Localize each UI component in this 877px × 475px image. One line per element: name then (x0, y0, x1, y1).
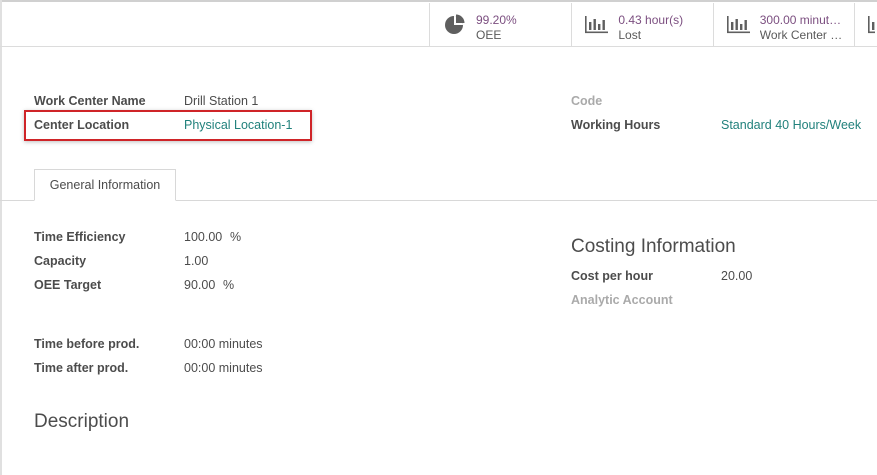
workcenter-load-stat-label: Work Center … (759, 28, 843, 42)
annotation-highlight-box (24, 110, 312, 141)
workcenter-load-stat-value: 300.00 minut… (759, 13, 842, 27)
tab-general-information[interactable]: General Information (34, 169, 176, 201)
working-hours-link[interactable]: Standard 40 Hours/Week (721, 118, 861, 132)
lost-stat-button[interactable]: 0.43 hour(s) Lost (572, 3, 714, 46)
code-label: Code (571, 94, 603, 108)
time-before-prod-value[interactable]: 00:00 minutes (184, 337, 263, 351)
form-sheet: 99.20% OEE 0.43 hour(s) Lost 300.00 minu… (0, 0, 877, 475)
oee-stat-value: 99.20% (476, 13, 517, 27)
smart-button-box: 99.20% OEE 0.43 hour(s) Lost 300.00 minu… (429, 3, 877, 46)
lost-stat-value: 0.43 hour(s) (618, 13, 684, 27)
time-efficiency-value[interactable]: 100.00 (184, 230, 222, 244)
oee-target-unit: % (223, 278, 235, 292)
time-efficiency-label: Time Efficiency (34, 230, 126, 244)
workcenter-load-stat-button[interactable]: 300.00 minut… Work Center … (714, 3, 856, 46)
oee-stat-button[interactable]: 99.20% OEE (430, 3, 573, 46)
more-stat-button[interactable] (855, 3, 877, 46)
time-after-prod-value[interactable]: 00:00 minutes (184, 361, 263, 375)
bar-chart-icon (868, 16, 876, 34)
description-title: Description (34, 411, 130, 432)
time-efficiency-unit: % (230, 230, 242, 244)
cost-per-hour-value[interactable]: 20.00 (721, 269, 752, 283)
bar-chart-icon (726, 16, 750, 34)
capacity-label: Capacity (34, 254, 87, 268)
lost-stat-label: Lost (618, 28, 642, 42)
work-center-name-label: Work Center Name (34, 94, 146, 108)
analytic-account-label: Analytic Account (571, 293, 673, 307)
top-divider (0, 0, 877, 2)
time-before-prod-label: Time before prod. (34, 337, 140, 351)
cost-per-hour-label: Cost per hour (571, 269, 653, 283)
oee-target-value[interactable]: 90.00 (184, 278, 215, 292)
oee-target-label: OEE Target (34, 278, 102, 292)
bar-chart-icon (585, 16, 609, 34)
oee-stat-label: OEE (476, 28, 502, 42)
button-box-divider (0, 46, 877, 47)
capacity-value[interactable]: 1.00 (184, 254, 208, 268)
pie-chart-icon (445, 14, 465, 34)
work-center-name-value[interactable]: Drill Station 1 (184, 94, 258, 108)
costing-information-title: Costing Information (571, 236, 736, 257)
working-hours-label: Working Hours (571, 118, 661, 132)
left-divider (0, 0, 2, 475)
time-after-prod-label: Time after prod. (34, 361, 129, 375)
